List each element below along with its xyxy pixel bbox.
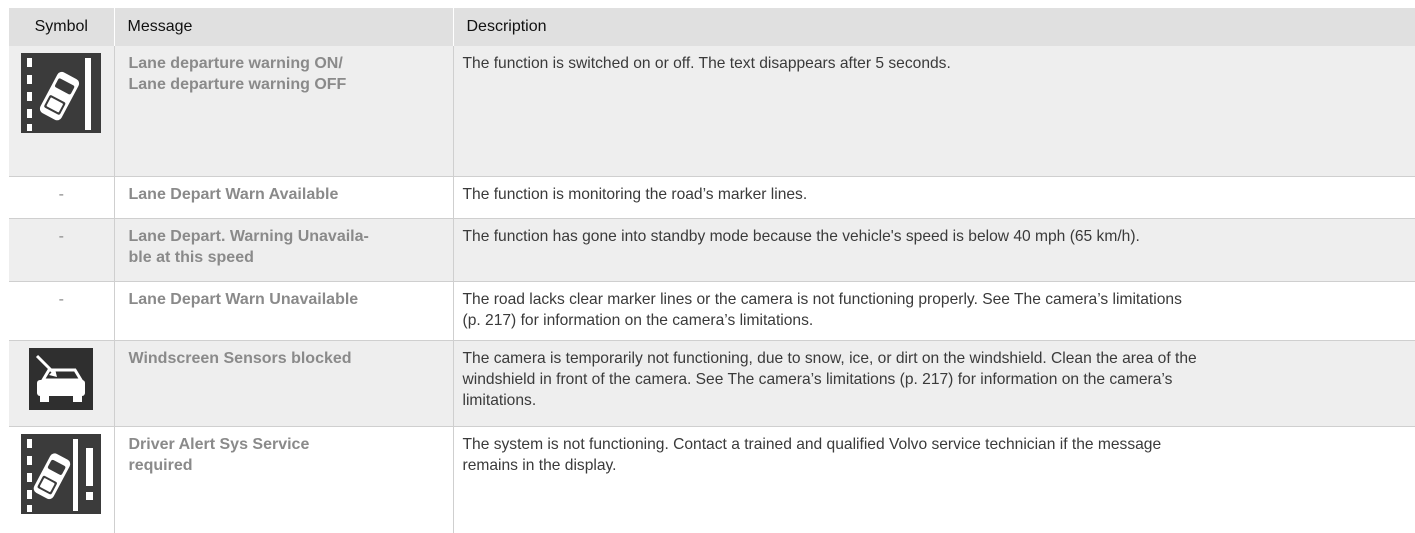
header-description: Description [453, 8, 1415, 46]
lane-departure-service-icon [21, 434, 101, 514]
symbol-cell [9, 427, 114, 533]
message-cell: Lane departure warning ON/ Lane departur… [114, 46, 453, 177]
description-text: The function has gone into standby mode … [463, 226, 1390, 247]
table-row: - Lane Depart. Warning Unavaila- ble at … [9, 219, 1415, 282]
message-text-line: Driver Alert Sys Service [129, 434, 441, 455]
description-cell: The function is switched on or off. The … [453, 46, 1415, 177]
description-cell: The camera is temporarily not functionin… [453, 341, 1415, 427]
message-text-line: Lane Depart Warn Unavailable [129, 289, 441, 310]
message-cell: Driver Alert Sys Service required [114, 427, 453, 533]
message-text-line: ble at this speed [129, 247, 441, 268]
table-row: Windscreen Sensors blocked The camera is… [9, 341, 1415, 427]
description-text-line: windshield in front of the camera. See T… [463, 369, 1390, 390]
message-cell: Lane Depart Warn Unavailable [114, 282, 453, 341]
description-text-line: The camera is temporarily not functionin… [463, 348, 1390, 369]
description-text-line: limitations. [463, 390, 1390, 411]
message-cell: Windscreen Sensors blocked [114, 341, 453, 427]
symbol-cell: - [9, 219, 114, 282]
table-row: - Lane Depart Warn Unavailable The road … [9, 282, 1415, 341]
no-symbol-dash: - [59, 226, 64, 247]
no-symbol-dash: - [59, 184, 64, 205]
description-text-line: The system is not functioning. Contact a… [463, 434, 1390, 455]
description-text-line: The road lacks clear marker lines or the… [463, 289, 1390, 310]
table-header-row: Symbol Message Description [9, 8, 1415, 46]
message-text-line: Lane Depart. Warning Unavaila- [129, 226, 441, 247]
symbol-cell [9, 46, 114, 177]
description-cell: The function is monitoring the road’s ma… [453, 177, 1415, 219]
header-message: Message [114, 8, 453, 46]
description-text-line: (p. 217) for information on the camera’s… [463, 310, 1390, 331]
symbol-cell: - [9, 177, 114, 219]
table-row: Lane departure warning ON/ Lane departur… [9, 46, 1415, 177]
description-cell: The road lacks clear marker lines or the… [453, 282, 1415, 341]
description-text-line: remains in the display. [463, 455, 1390, 476]
symbol-cell: - [9, 282, 114, 341]
message-cell: Lane Depart Warn Available [114, 177, 453, 219]
message-text-line: Lane departure warning OFF [129, 74, 441, 95]
message-text-line: Lane departure warning ON/ [129, 53, 441, 74]
lane-departure-icon [21, 53, 101, 133]
driver-alert-messages-table: Symbol Message Description [9, 8, 1415, 533]
description-cell: The function has gone into standby mode … [453, 219, 1415, 282]
table-row: Driver Alert Sys Service required The sy… [9, 427, 1415, 533]
message-text-line: Lane Depart Warn Available [129, 184, 441, 205]
description-text: The function is monitoring the road’s ma… [463, 184, 1390, 205]
header-symbol: Symbol [9, 8, 114, 46]
message-text-line: required [129, 455, 441, 476]
table-row: - Lane Depart Warn Available The functio… [9, 177, 1415, 219]
symbol-cell [9, 341, 114, 427]
message-text-line: Windscreen Sensors blocked [129, 348, 441, 369]
description-cell: The system is not functioning. Contact a… [453, 427, 1415, 533]
description-text: The function is switched on or off. The … [463, 53, 1390, 74]
no-symbol-dash: - [59, 289, 64, 310]
message-cell: Lane Depart. Warning Unavaila- ble at th… [114, 219, 453, 282]
windscreen-sensor-blocked-icon [29, 348, 93, 410]
